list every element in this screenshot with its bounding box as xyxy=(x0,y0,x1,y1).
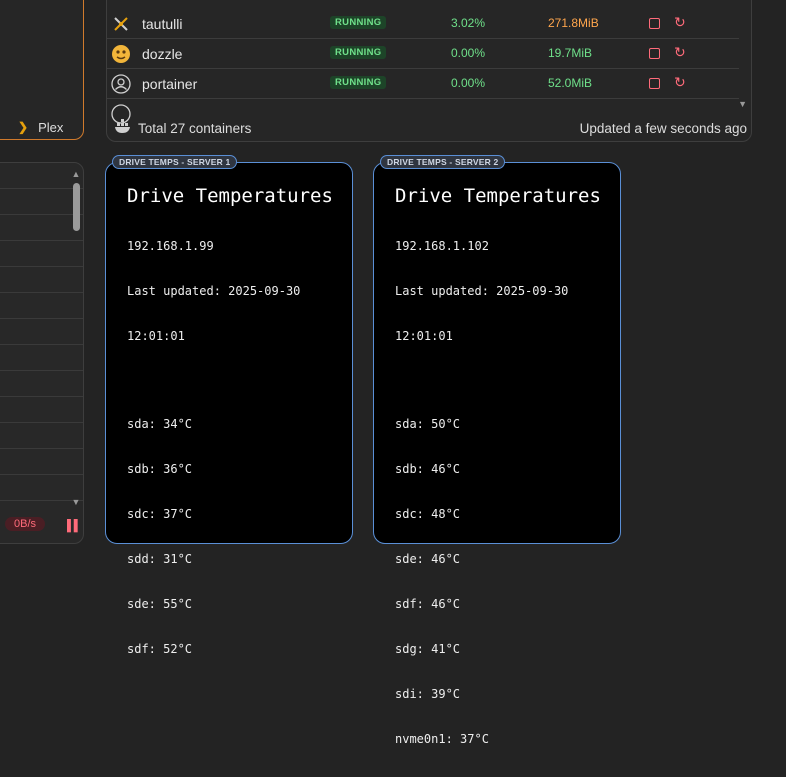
scroll-down-icon[interactable]: ▼ xyxy=(738,99,747,109)
chevron-right-icon: ❯ xyxy=(18,120,29,134)
scroll-down-icon[interactable]: ▼ xyxy=(71,497,81,507)
dozzle-icon xyxy=(111,44,131,64)
drive-temp: sdc: 48°C xyxy=(395,507,461,521)
drive-temp: nvme0n1: 37°C xyxy=(395,732,489,746)
stop-icon[interactable] xyxy=(649,78,660,89)
card-tag: DRIVE TEMPS - SERVER 1 xyxy=(112,155,238,169)
stop-icon[interactable] xyxy=(649,18,660,29)
memory-usage: 19.7MiB xyxy=(548,46,593,60)
container-name: tautulli xyxy=(142,16,183,32)
restart-icon[interactable]: ↻ xyxy=(674,74,686,91)
container-name: dozzle xyxy=(142,46,183,62)
drive-temp: sda: 50°C xyxy=(395,417,461,431)
left-list-panel: ▲ ▼ 0B/s ▌▌ xyxy=(0,162,84,544)
scrollbar[interactable]: ▲ ▼ xyxy=(71,169,81,509)
card-tag: DRIVE TEMPS - SERVER 2 xyxy=(380,155,506,169)
status-badge: RUNNING xyxy=(330,16,387,29)
drive-temp: sdc: 37°C xyxy=(127,507,193,521)
container-row[interactable]: tautulli RUNNING 3.02% 271.8MiB ↻ xyxy=(107,9,739,39)
scroll-up-icon[interactable]: ▲ xyxy=(71,169,81,179)
docker-footer: Total 27 containers Updated a few second… xyxy=(107,114,751,141)
memory-usage: 271.8MiB xyxy=(548,16,599,30)
card-body: 192.168.1.102 Last updated: 2025-09-30 1… xyxy=(395,209,568,777)
portainer-icon xyxy=(111,74,131,94)
docker-containers-panel: tautulli RUNNING 3.02% 271.8MiB ↻ dozzle… xyxy=(106,0,752,142)
container-row-partial[interactable] xyxy=(107,99,739,124)
container-row[interactable]: dozzle RUNNING 0.00% 19.7MiB ↻ xyxy=(107,39,739,69)
card-title: Drive Temperatures xyxy=(395,185,601,207)
card-body: 192.168.1.99 Last updated: 2025-09-30 12… xyxy=(127,209,300,687)
plex-link-label: Plex xyxy=(38,119,64,135)
drive-temps-card-server-1: DRIVE TEMPS - SERVER 1 Drive Temperature… xyxy=(105,155,353,656)
tautulli-icon xyxy=(111,14,131,34)
status-badge: RUNNING xyxy=(330,76,387,89)
container-row[interactable]: portainer RUNNING 0.00% 52.0MiB ↻ xyxy=(107,69,739,99)
last-updated: Last updated: 2025-09-30 xyxy=(395,284,569,298)
cpu-usage: 3.02% xyxy=(451,16,486,30)
restart-icon[interactable]: ↻ xyxy=(674,44,686,61)
drive-temp: sde: 46°C xyxy=(395,552,461,566)
restart-icon[interactable]: ↻ xyxy=(674,14,686,31)
drive-temp: sdb: 36°C xyxy=(127,462,193,476)
total-containers: Total 27 containers xyxy=(114,118,252,138)
drive-temp: sde: 55°C xyxy=(127,597,193,611)
updated-label: Updated a few seconds ago xyxy=(579,120,747,136)
drive-temps-card-server-2: DRIVE TEMPS - SERVER 2 Drive Temperature… xyxy=(373,155,621,746)
last-updated: Last updated: 2025-09-30 xyxy=(127,284,301,298)
last-updated-time: 12:01:01 xyxy=(127,329,185,343)
docker-icon xyxy=(114,118,132,138)
plex-link[interactable]: ❯ Plex xyxy=(18,118,78,136)
last-updated-time: 12:01:01 xyxy=(395,329,453,343)
scrollbar-thumb[interactable] xyxy=(73,183,80,231)
card-title: Drive Temperatures xyxy=(127,185,333,207)
total-containers-label: Total 27 containers xyxy=(138,120,252,136)
stop-icon[interactable] xyxy=(649,48,660,59)
drive-temp: sdf: 52°C xyxy=(127,642,193,656)
memory-usage: 52.0MiB xyxy=(548,76,593,90)
network-rate-badge: 0B/s xyxy=(5,517,46,531)
cpu-usage: 0.00% xyxy=(451,46,486,60)
drive-temp: sdg: 41°C xyxy=(395,642,461,656)
status-badge: RUNNING xyxy=(330,46,387,59)
container-name: portainer xyxy=(142,76,198,92)
drive-temp: sdb: 46°C xyxy=(395,462,461,476)
drive-temp: sdf: 46°C xyxy=(395,597,461,611)
host-ip: 192.168.1.99 xyxy=(127,239,214,253)
pause-icon[interactable]: ▌▌ xyxy=(67,520,82,532)
drive-temp: sdi: 39°C xyxy=(395,687,461,701)
drive-temp: sda: 34°C xyxy=(127,417,193,431)
cpu-usage: 0.00% xyxy=(451,76,486,90)
host-ip: 192.168.1.102 xyxy=(395,239,489,253)
drive-temp: sdd: 31°C xyxy=(127,552,193,566)
